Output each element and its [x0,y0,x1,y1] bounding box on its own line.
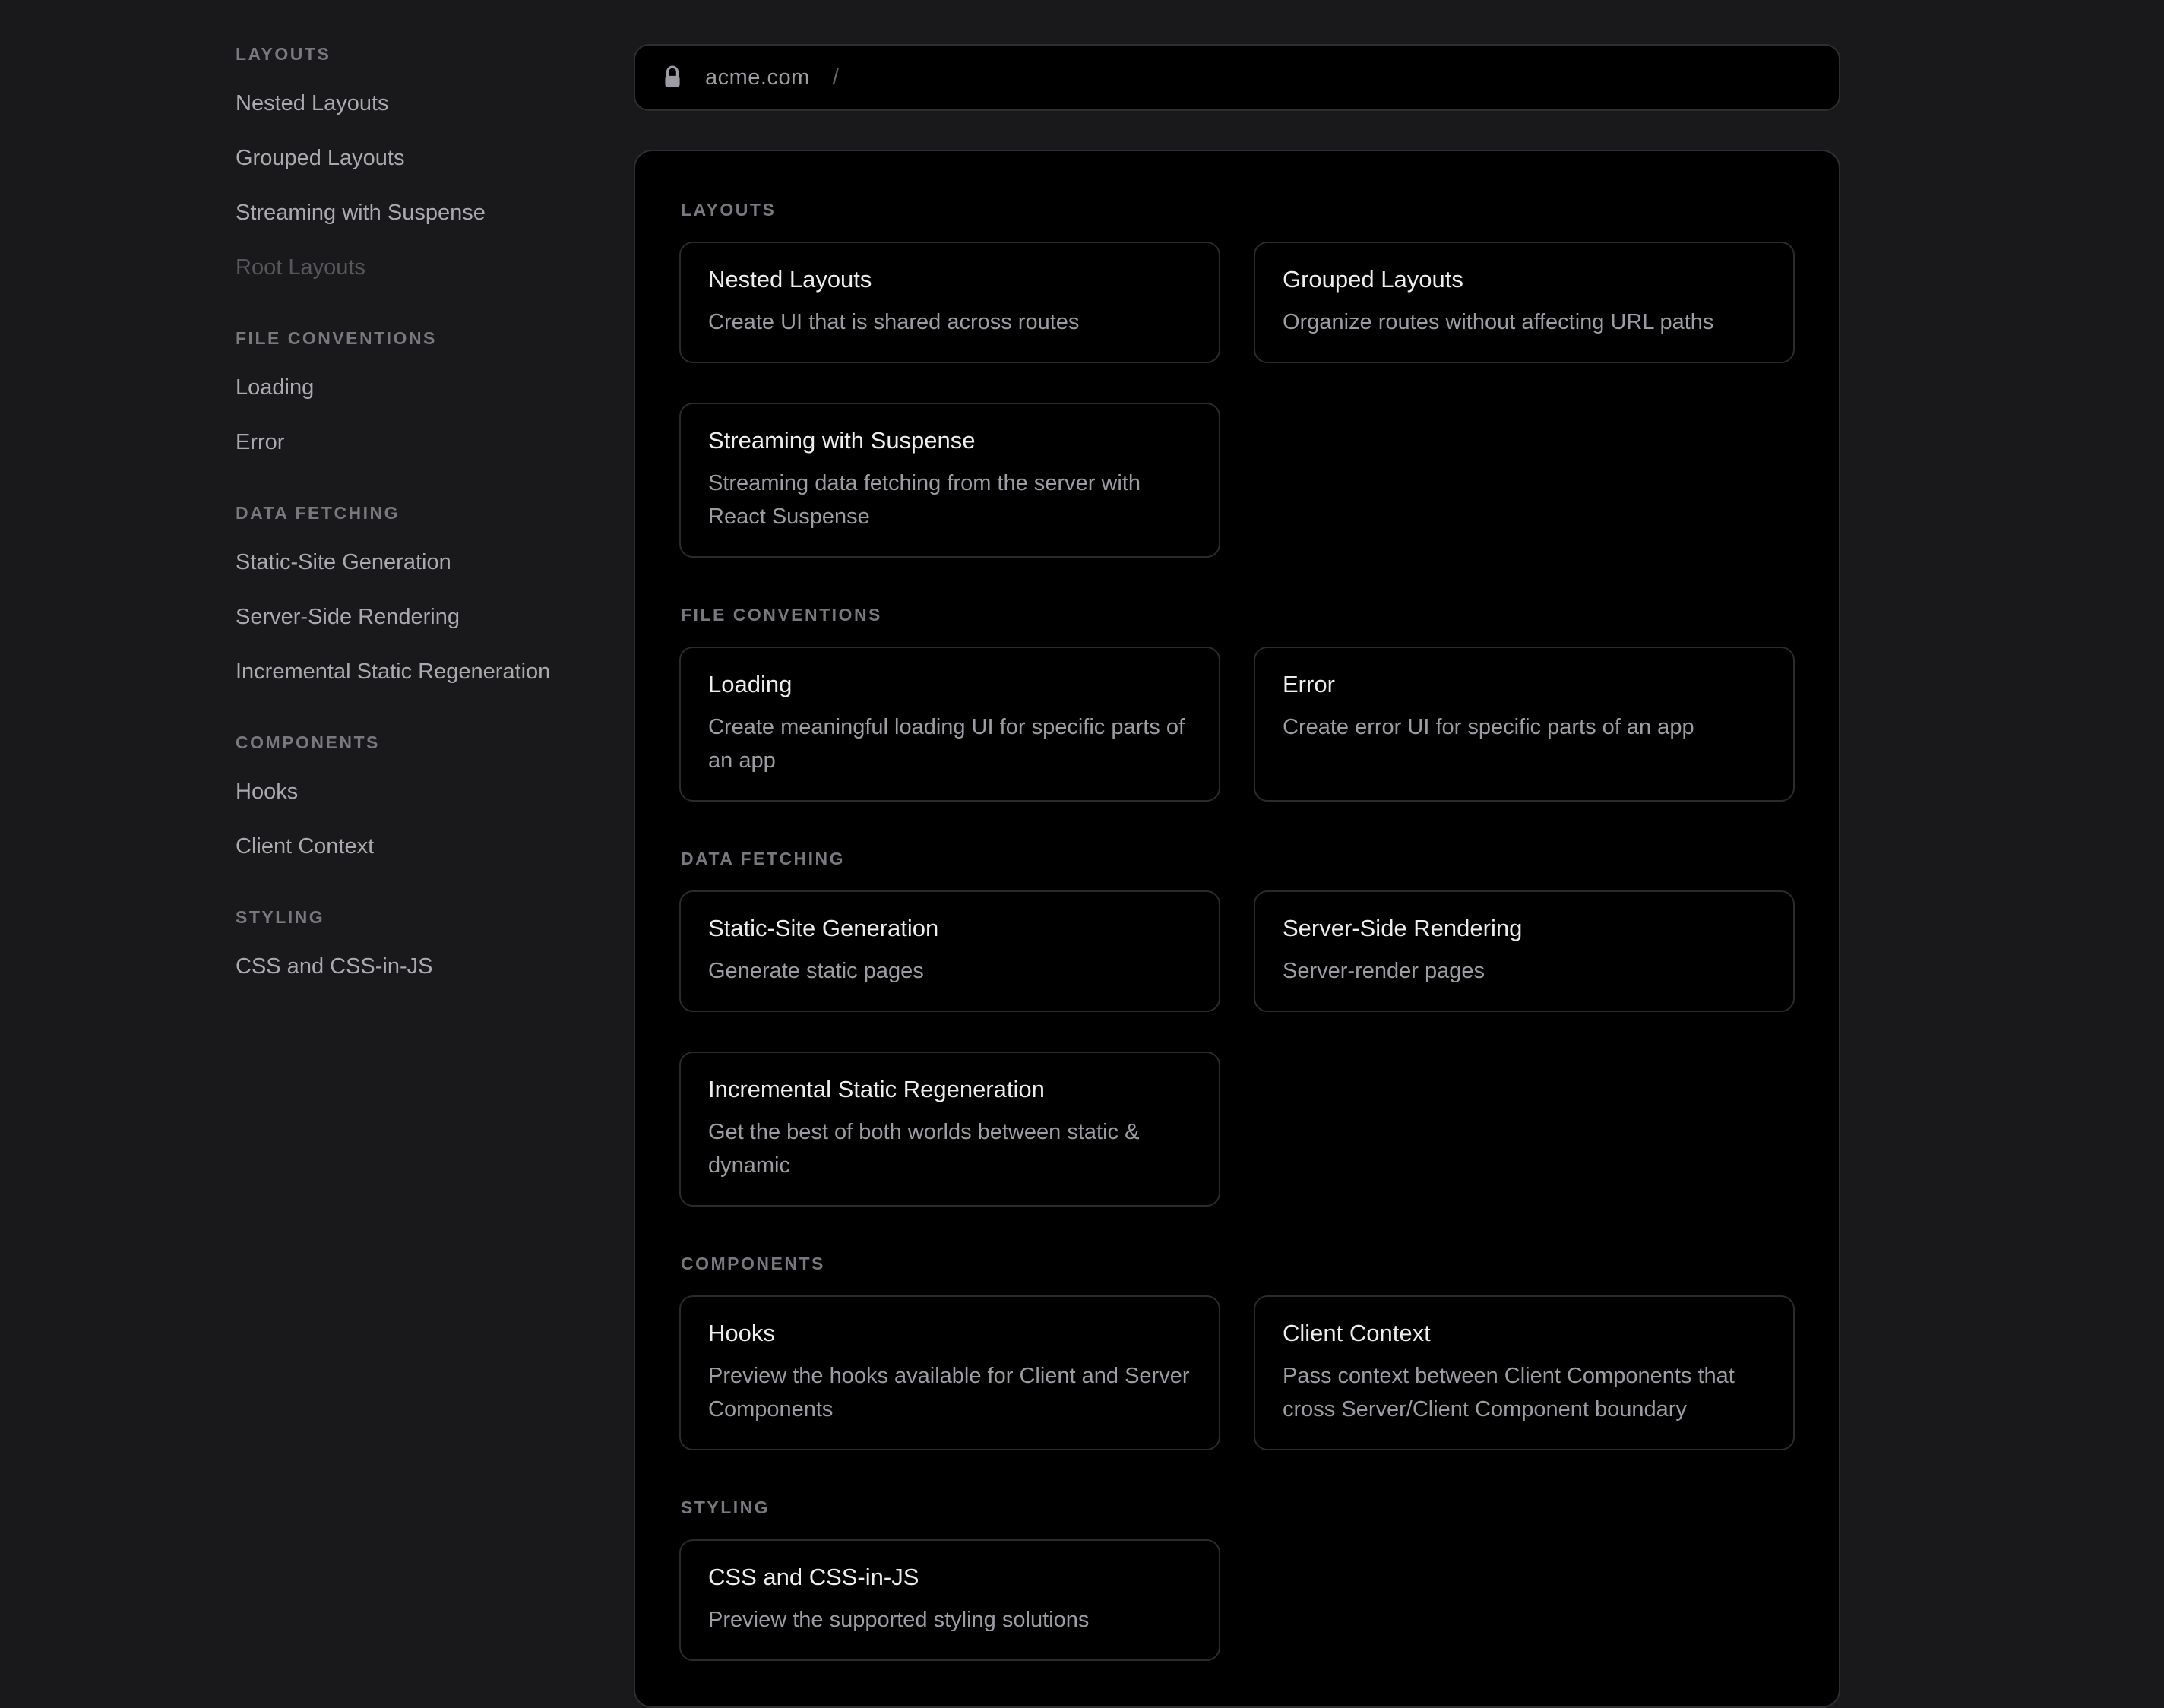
card-title: Loading [708,669,1191,700]
sidebar-group-heading: LAYOUTS [236,43,600,65]
sidebar-item-css-and-css-in-js[interactable]: CSS and CSS-in-JS [236,939,600,994]
card-description: Streaming data fetching from the server … [708,467,1191,533]
sidebar-item-client-context[interactable]: Client Context [236,819,600,874]
address-bar: acme.com / [634,44,1840,111]
card-title: Error [1283,669,1766,700]
sidebar-item-nested-layouts[interactable]: Nested Layouts [236,76,600,131]
card-static-site-generation[interactable]: Static-Site Generation Generate static p… [679,890,1220,1012]
sidebar-group-list: CSS and CSS-in-JS [236,939,600,994]
section-layouts: LAYOUTS Nested Layouts Create UI that is… [679,200,1795,558]
sidebar-item-loading[interactable]: Loading [236,360,600,415]
card-description: Server-render pages [1283,954,1766,988]
section-heading: LAYOUTS [681,200,1795,220]
sidebar-group-list: Static-Site GenerationServer-Side Render… [236,535,600,699]
sidebar-group-file-conventions: FILE CONVENTIONS LoadingError [236,327,600,470]
card-description: Create meaningful loading UI for specifi… [708,710,1191,777]
card-error[interactable]: Error Create error UI for specific parts… [1254,647,1795,802]
sidebar-group-heading: DATA FETCHING [236,501,600,524]
sidebar-group-heading: FILE CONVENTIONS [236,327,600,350]
card-description: Organize routes without affecting URL pa… [1283,305,1766,339]
card-description: Generate static pages [708,954,1191,988]
sidebar-group-styling: STYLING CSS and CSS-in-JS [236,906,600,994]
card-grouped-layouts[interactable]: Grouped Layouts Organize routes without … [1254,242,1795,363]
sidebar-group-components: COMPONENTS HooksClient Context [236,731,600,874]
section-heading: STYLING [681,1498,1795,1518]
sidebar-item-incremental-static-regeneration[interactable]: Incremental Static Regeneration [236,644,600,699]
section-heading: FILE CONVENTIONS [681,605,1795,625]
card-server-side-rendering[interactable]: Server-Side Rendering Server-render page… [1254,890,1795,1012]
card-streaming-with-suspense[interactable]: Streaming with Suspense Streaming data f… [679,403,1220,558]
sidebar-group-list: LoadingError [236,360,600,470]
card-grid: Hooks Preview the hooks available for Cl… [679,1295,1795,1450]
card-hooks[interactable]: Hooks Preview the hooks available for Cl… [679,1295,1220,1450]
sidebar-item-error[interactable]: Error [236,415,600,470]
sidebar-item-root-layouts: Root Layouts [236,240,600,295]
card-loading[interactable]: Loading Create meaningful loading UI for… [679,647,1220,802]
card-grid: Static-Site Generation Generate static p… [679,890,1795,1207]
card-description: Create UI that is shared across routes [708,305,1191,339]
sidebar-group-heading: STYLING [236,906,600,928]
card-grid: CSS and CSS-in-JS Preview the supported … [679,1539,1795,1661]
card-description: Pass context between Client Components t… [1283,1359,1766,1426]
card-grid: Nested Layouts Create UI that is shared … [679,242,1795,558]
sidebar-item-static-site-generation[interactable]: Static-Site Generation [236,535,600,590]
card-title: CSS and CSS-in-JS [708,1562,1191,1593]
card-client-context[interactable]: Client Context Pass context between Clie… [1254,1295,1795,1450]
card-title: Hooks [708,1318,1191,1349]
section-styling: STYLING CSS and CSS-in-JS Preview the su… [679,1498,1795,1661]
sidebar-groups: LAYOUTS Nested LayoutsGrouped LayoutsStr… [236,43,600,994]
sidebar-group-data-fetching: DATA FETCHING Static-Site GenerationServ… [236,501,600,699]
card-description: Preview the supported styling solutions [708,1603,1191,1637]
sidebar-nav: LAYOUTS Nested LayoutsGrouped LayoutsStr… [236,43,600,1026]
card-description: Get the best of both worlds between stat… [708,1115,1191,1182]
card-grid: Loading Create meaningful loading UI for… [679,647,1795,802]
card-title: Server-Side Rendering [1283,913,1766,944]
main-column: acme.com / LAYOUTS Nested Layouts Create… [634,44,1840,1708]
card-title: Static-Site Generation [708,913,1191,944]
address-domain: acme.com [705,65,810,90]
sidebar-group-layouts: LAYOUTS Nested LayoutsGrouped LayoutsStr… [236,43,600,295]
card-title: Incremental Static Regeneration [708,1074,1191,1105]
card-title: Grouped Layouts [1283,264,1766,295]
content-panel: LAYOUTS Nested Layouts Create UI that is… [634,150,1840,1708]
card-css-and-css-in-js[interactable]: CSS and CSS-in-JS Preview the supported … [679,1539,1220,1661]
sidebar-item-server-side-rendering[interactable]: Server-Side Rendering [236,590,600,644]
card-title: Client Context [1283,1318,1766,1349]
sidebar-item-streaming-with-suspense[interactable]: Streaming with Suspense [236,185,600,240]
card-description: Preview the hooks available for Client a… [708,1359,1191,1426]
section-data-fetching: DATA FETCHING Static-Site Generation Gen… [679,849,1795,1207]
section-file-conventions: FILE CONVENTIONS Loading Create meaningf… [679,605,1795,802]
sidebar-group-heading: COMPONENTS [236,731,600,754]
lock-icon [663,65,682,90]
panel-sections: LAYOUTS Nested Layouts Create UI that is… [679,200,1795,1661]
section-heading: COMPONENTS [681,1254,1795,1274]
sidebar-item-hooks[interactable]: Hooks [236,764,600,819]
card-title: Nested Layouts [708,264,1191,295]
card-nested-layouts[interactable]: Nested Layouts Create UI that is shared … [679,242,1220,363]
address-path-separator: / [833,65,839,90]
section-heading: DATA FETCHING [681,849,1795,869]
sidebar-group-list: Nested LayoutsGrouped LayoutsStreaming w… [236,76,600,295]
card-incremental-static-regeneration[interactable]: Incremental Static Regeneration Get the … [679,1052,1220,1207]
sidebar-item-grouped-layouts[interactable]: Grouped Layouts [236,131,600,185]
section-components: COMPONENTS Hooks Preview the hooks avail… [679,1254,1795,1450]
sidebar-group-list: HooksClient Context [236,764,600,874]
card-description: Create error UI for specific parts of an… [1283,710,1766,744]
card-title: Streaming with Suspense [708,425,1191,456]
